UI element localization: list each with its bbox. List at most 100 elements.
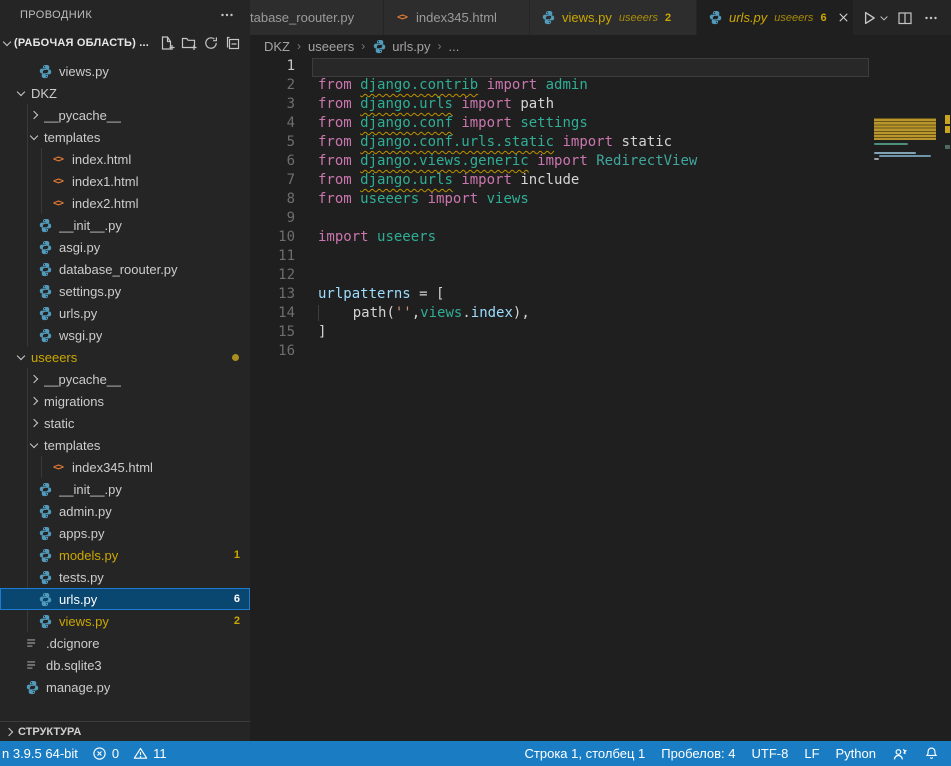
tree-item-useeers[interactable]: useeers <box>0 346 250 368</box>
more-actions-icon[interactable] <box>919 6 943 30</box>
statusbar-item[interactable]: n 3.9.5 64-bit <box>2 746 78 761</box>
code-line-9[interactable]: 9 <box>250 209 951 228</box>
workspace-section-header[interactable]: (РАБОЧАЯ ОБЛАСТЬ) ... <box>0 30 250 56</box>
chevron-down-icon <box>17 87 25 95</box>
line-number: 5 <box>250 133 318 152</box>
code-line-15[interactable]: 15] <box>250 323 951 342</box>
tree-item-templates[interactable]: templates <box>0 434 250 456</box>
tree-item-index-html[interactable]: <>index.html <box>0 148 250 170</box>
tree-item-migrations[interactable]: migrations <box>0 390 250 412</box>
tree-item-database-roouter-py[interactable]: database_roouter.py <box>0 258 250 280</box>
tab-tabase-roouter-py[interactable]: tabase_roouter.py <box>250 0 384 35</box>
line-number: 13 <box>250 285 318 304</box>
tree-item-views-py[interactable]: views.py <box>0 60 250 82</box>
tree-item-index2-html[interactable]: <>index2.html <box>0 192 250 214</box>
statusbar-label: Строка 1, столбец 1 <box>525 746 646 761</box>
tab-index345-html[interactable]: <>index345.html <box>384 0 530 35</box>
breadcrumb-label: ... <box>449 39 460 54</box>
code-line-7[interactable]: 7from django.urls import include <box>250 171 951 190</box>
statusbar-item-bell[interactable] <box>924 746 939 761</box>
tab-urls-py[interactable]: urls.pyuseeers6 <box>697 0 854 35</box>
code-editor[interactable]: 12from django.contrib import admin3from … <box>250 57 951 741</box>
minimap-line <box>874 143 908 145</box>
overview-ruler[interactable] <box>944 114 951 234</box>
code-line-3[interactable]: 3from django.urls import path <box>250 95 951 114</box>
statusbar-item[interactable]: Пробелов: 4 <box>661 746 735 761</box>
breadcrumb-item[interactable]: useeers <box>308 39 354 54</box>
python-icon <box>38 570 53 585</box>
line-number: 9 <box>250 209 318 228</box>
code-line-10[interactable]: 10import useeers <box>250 228 951 247</box>
code-line-4[interactable]: 4from django.conf import settings <box>250 114 951 133</box>
code-line-12[interactable]: 12 <box>250 266 951 285</box>
tree-item--init-py[interactable]: __init__.py <box>0 478 250 500</box>
tab-label: tabase_roouter.py <box>250 10 354 25</box>
code-line-6[interactable]: 6from django.views.generic import Redire… <box>250 152 951 171</box>
tree-item--pycache-[interactable]: __pycache__ <box>0 368 250 390</box>
close-icon[interactable] <box>836 10 851 25</box>
chevron-right-icon <box>30 419 38 427</box>
new-file-icon[interactable] <box>156 32 178 54</box>
statusbar-item-feedback[interactable] <box>892 746 908 762</box>
code-line-11[interactable]: 11 <box>250 247 951 266</box>
ruler-mark <box>945 145 950 149</box>
tree-item-static[interactable]: static <box>0 412 250 434</box>
minimap-line <box>874 152 916 154</box>
statusbar-item[interactable]: UTF-8 <box>752 746 789 761</box>
tab-views-py[interactable]: views.pyuseeers2 <box>530 0 697 35</box>
tree-item-settings-py[interactable]: settings.py <box>0 280 250 302</box>
python-icon <box>38 306 53 321</box>
code-line-8[interactable]: 8from useeers import views <box>250 190 951 209</box>
statusbar-item-warning[interactable]: 11 <box>133 746 167 761</box>
new-folder-icon[interactable] <box>178 32 200 54</box>
code-line-16[interactable]: 16 <box>250 342 951 361</box>
chevron-right-icon <box>30 111 38 119</box>
statusbar-item[interactable]: Строка 1, столбец 1 <box>525 746 646 761</box>
collapse-all-icon[interactable] <box>222 32 244 54</box>
tree-item--pycache-[interactable]: __pycache__ <box>0 104 250 126</box>
breadcrumb-item[interactable]: DKZ <box>264 39 290 54</box>
tree-item-db-sqlite3[interactable]: db.sqlite3 <box>0 654 250 676</box>
tree-item-views-py[interactable]: views.py2 <box>0 610 250 632</box>
tree-item-label: settings.py <box>59 284 121 299</box>
line-number: 7 <box>250 171 318 190</box>
tree-item-urls-py[interactable]: urls.py6 <box>0 588 250 610</box>
chevron-down-icon <box>17 351 25 359</box>
outline-section-header[interactable]: СТРУКТУРА <box>0 721 250 741</box>
tree-item-manage-py[interactable]: manage.py <box>0 676 250 698</box>
tree-item-urls-py[interactable]: urls.py <box>0 302 250 324</box>
code-line-2[interactable]: 2from django.contrib import admin <box>250 76 951 95</box>
ruler-warning-mark <box>945 126 950 133</box>
statusbar-item[interactable]: Python <box>836 746 876 761</box>
tree-item-apps-py[interactable]: apps.py <box>0 522 250 544</box>
chevron-right-icon <box>30 397 38 405</box>
breadcrumb-item[interactable]: ... <box>449 39 460 54</box>
split-editor-icon[interactable] <box>893 6 917 30</box>
tree-item-asgi-py[interactable]: asgi.py <box>0 236 250 258</box>
tree-item-index345-html[interactable]: <>index345.html <box>0 456 250 478</box>
tree-item-models-py[interactable]: models.py1 <box>0 544 250 566</box>
statusbar-item[interactable]: LF <box>804 746 819 761</box>
tab-description: useeers <box>619 12 658 24</box>
run-dropdown-icon[interactable] <box>877 6 891 30</box>
python-icon <box>38 548 53 563</box>
tree-item--dcignore[interactable]: .dcignore <box>0 632 250 654</box>
tree-item-dkz[interactable]: DKZ <box>0 82 250 104</box>
chevron-down-icon <box>30 439 38 447</box>
code-line-1[interactable]: 1 <box>250 57 951 76</box>
refresh-icon[interactable] <box>200 32 222 54</box>
breadcrumb[interactable]: DKZ›useeers›urls.py›... <box>250 35 951 57</box>
code-line-13[interactable]: 13urlpatterns = [ <box>250 285 951 304</box>
tree-item--init-py[interactable]: __init__.py <box>0 214 250 236</box>
tree-item-wsgi-py[interactable]: wsgi.py <box>0 324 250 346</box>
code-line-5[interactable]: 5from django.conf.urls.static import sta… <box>250 133 951 152</box>
more-actions-icon[interactable] <box>216 4 238 26</box>
statusbar-item-error[interactable]: 0 <box>92 746 119 761</box>
breadcrumb-item[interactable]: urls.py <box>372 39 430 54</box>
tree-item-index1-html[interactable]: <>index1.html <box>0 170 250 192</box>
tree-item-tests-py[interactable]: tests.py <box>0 566 250 588</box>
tree-item-admin-py[interactable]: admin.py <box>0 500 250 522</box>
tree-item-templates[interactable]: templates <box>0 126 250 148</box>
code-line-14[interactable]: 14 path('',views.index), <box>250 304 951 323</box>
minimap[interactable] <box>874 115 938 235</box>
